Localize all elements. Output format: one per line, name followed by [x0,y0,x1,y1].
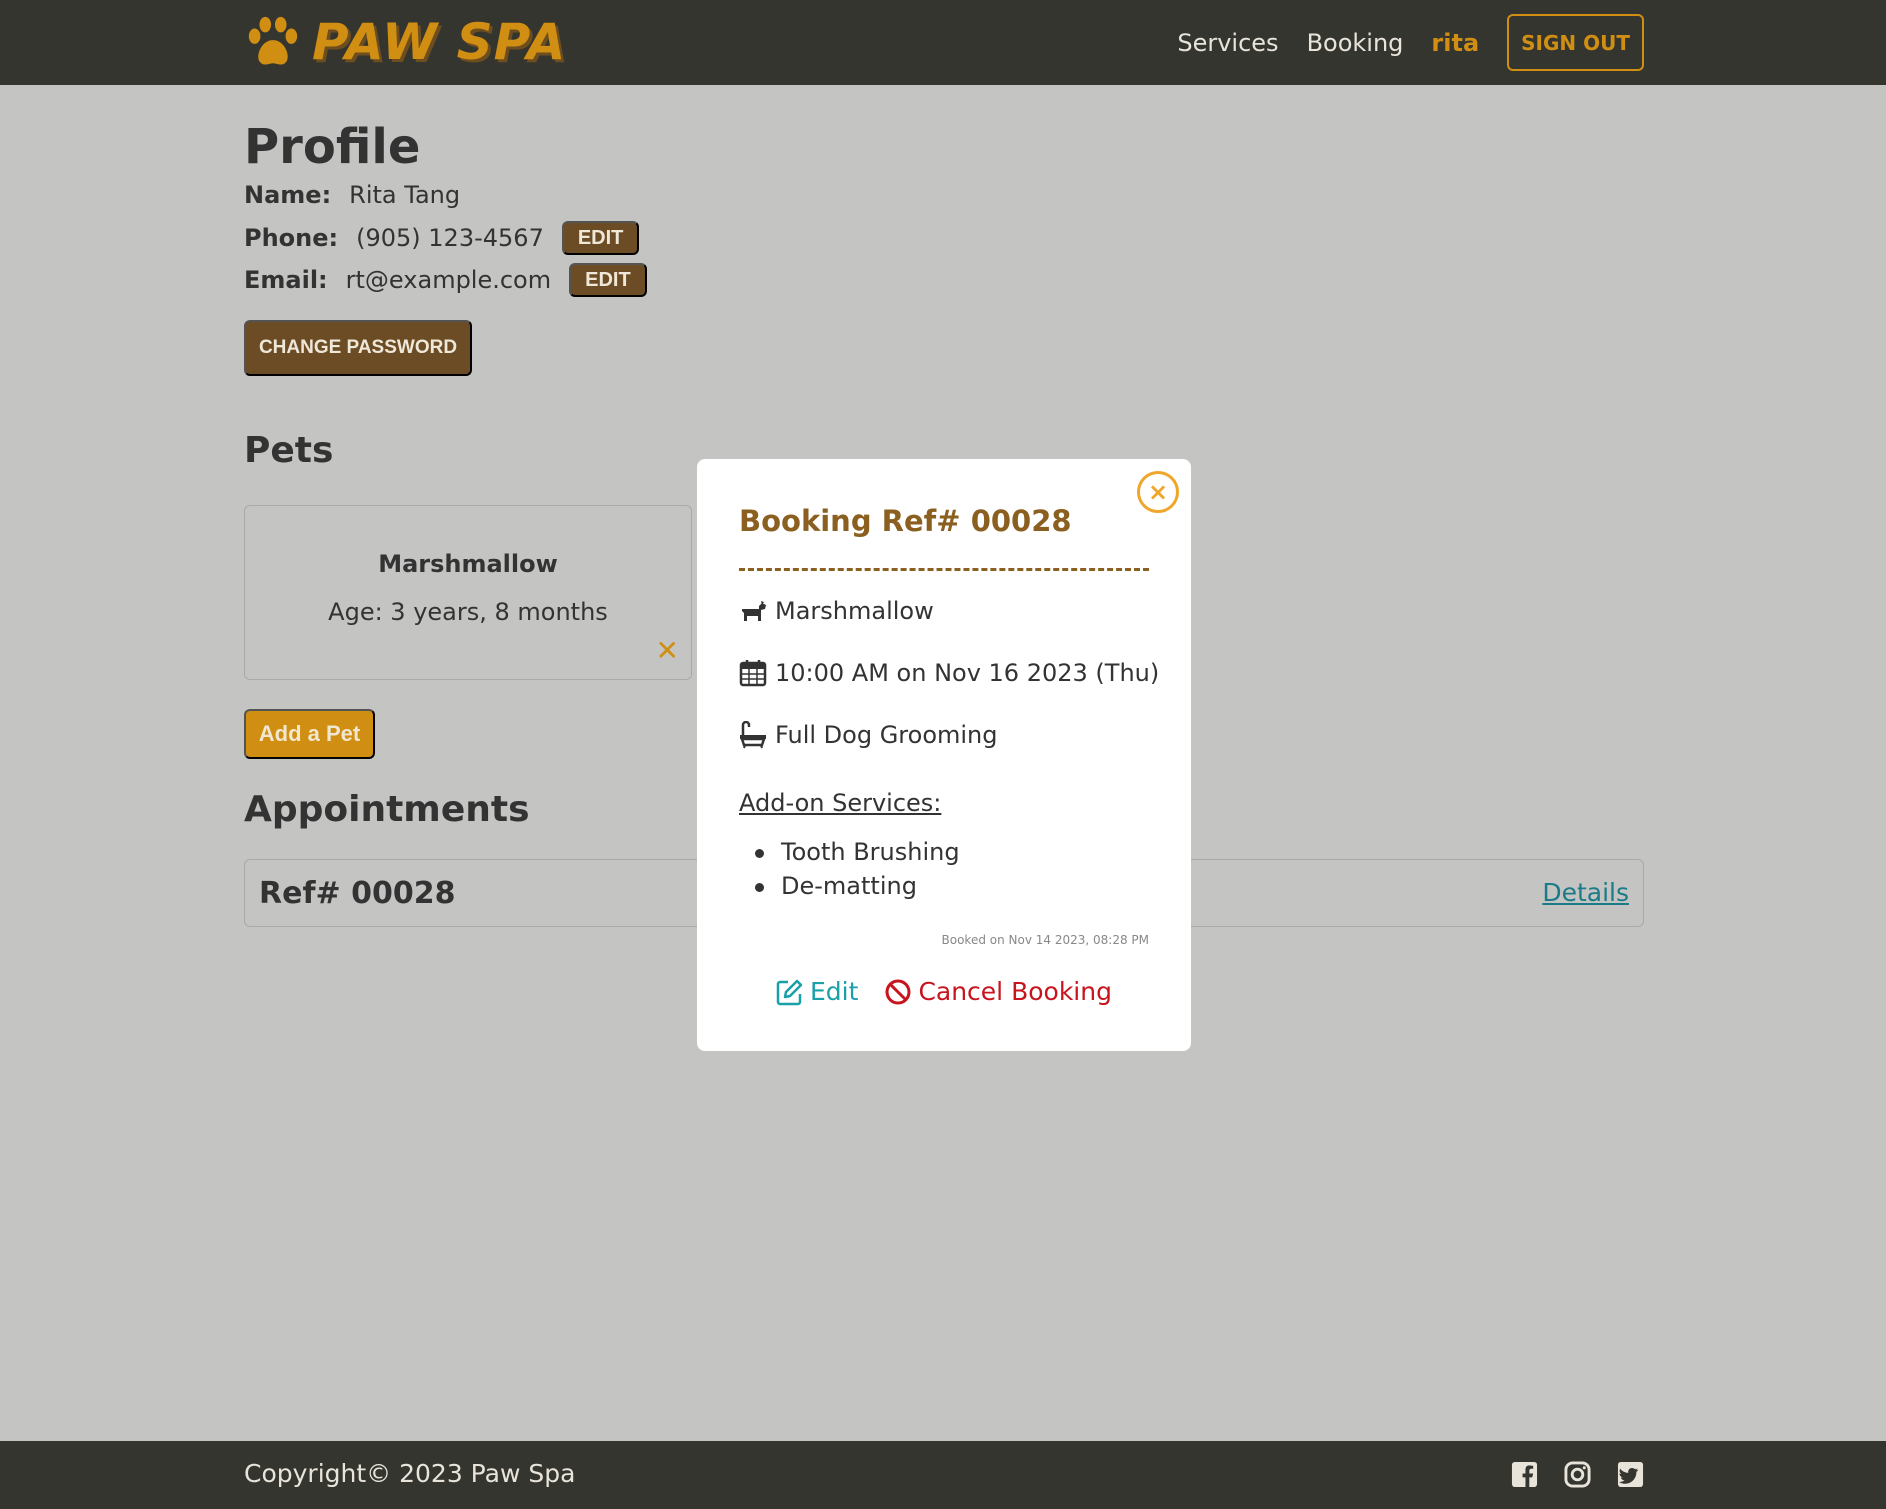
booked-on-timestamp: Booked on Nov 14 2023, 08:28 PM [941,933,1150,947]
edit-booking-button[interactable]: Edit [776,977,858,1006]
edit-email-button[interactable]: EDIT [569,263,647,297]
modal-service: Full Dog Grooming [775,721,998,749]
list-item: De-matting [739,869,960,903]
modal-date-line: 10:00 AM on Nov 16 2023 (Thu) [739,659,1159,687]
sign-out-button[interactable]: SIGN OUT [1507,14,1644,71]
modal-title: Booking Ref# 00028 [739,504,1072,538]
list-item: Tooth Brushing [739,835,960,869]
modal-pet-line: Marshmallow [739,597,934,625]
phone-label: Phone: [244,224,339,252]
social-links [1511,1461,1644,1488]
appointments-title: Appointments [244,789,530,830]
cancel-booking-button[interactable]: Cancel Booking [884,977,1112,1006]
calendar-icon [739,660,767,687]
booking-details-modal: × Booking Ref# 00028 Marshmallow 10:00 A… [697,459,1191,1051]
twitter-icon[interactable] [1617,1461,1644,1488]
edit-icon [776,979,803,1005]
edit-phone-button[interactable]: EDIT [561,221,640,255]
instagram-icon[interactable] [1564,1461,1591,1488]
appointment-ref: Ref# 00028 [259,876,456,911]
remove-pet-icon[interactable]: ✕ [656,634,679,667]
copyright-text: Copyright© 2023 Paw Spa [244,1459,576,1488]
nav-username[interactable]: rita [1431,29,1479,57]
logo[interactable]: PAW SPA [244,12,566,72]
pets-title: Pets [244,430,334,471]
pet-name: Marshmallow [378,550,558,578]
edit-booking-label: Edit [810,977,859,1006]
email-row: Email: rt@example.com EDIT [244,263,647,297]
name-value: Rita Tang [349,181,461,209]
profile-title: Profile [244,119,421,175]
addons-heading: Add-on Services: [739,789,942,817]
nav-booking-link[interactable]: Booking [1307,29,1404,57]
email-label: Email: [244,266,328,294]
paw-icon [248,16,298,65]
phone-value: (905) 123-4567 [356,224,544,252]
nav-services-link[interactable]: Services [1177,29,1278,57]
name-row: Name: Rita Tang [244,181,460,209]
change-password-button[interactable]: CHANGE PASSWORD [244,320,472,376]
addons-list: Tooth Brushing De-matting [739,835,960,903]
name-label: Name: [244,181,332,209]
modal-divider [739,568,1149,571]
facebook-icon[interactable] [1511,1461,1538,1488]
modal-datetime: 10:00 AM on Nov 16 2023 (Thu) [775,659,1160,687]
pet-card: Marshmallow Age: 3 years, 8 months ✕ [244,505,692,680]
appointment-details-link[interactable]: Details [1542,878,1629,907]
close-modal-button[interactable]: × [1137,471,1179,513]
pet-age: Age: 3 years, 8 months [328,598,608,626]
phone-row: Phone: (905) 123-4567 EDIT [244,221,640,255]
email-value: rt@example.com [345,266,552,294]
dog-icon [742,601,766,621]
modal-service-line: Full Dog Grooming [739,721,998,749]
ban-icon [885,979,911,1004]
cancel-booking-label: Cancel Booking [918,977,1112,1006]
footer: Copyright© 2023 Paw Spa [0,1441,1886,1509]
nav-links: Services Booking rita SIGN OUT [1177,14,1644,71]
brand-name: PAW SPA [312,13,567,71]
add-pet-button[interactable]: Add a Pet [244,709,375,759]
modal-pet-name: Marshmallow [775,597,934,625]
bathtub-icon [740,721,766,749]
modal-actions: Edit Cancel Booking [697,977,1191,1006]
top-navbar: PAW SPA Services Booking rita SIGN OUT [0,0,1886,85]
